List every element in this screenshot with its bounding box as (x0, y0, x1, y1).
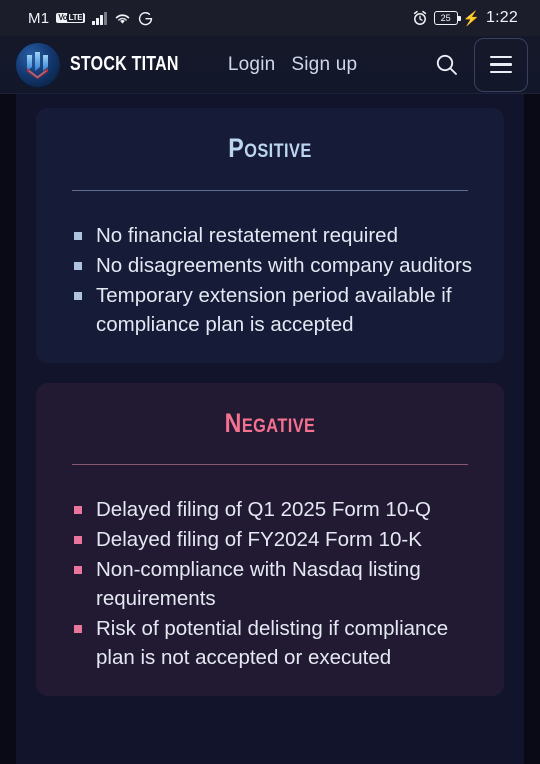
stock-titan-logo-icon (16, 42, 60, 87)
google-g-icon (138, 11, 153, 26)
brand-name-label: STOCK TITAN (70, 53, 179, 75)
list-item: Temporary extension period available if … (72, 281, 474, 339)
list-item: No financial restatement required (72, 221, 474, 250)
header-actions (430, 37, 528, 92)
hamburger-menu-icon[interactable] (474, 37, 528, 92)
page-body: Positive No financial restatement requir… (0, 94, 540, 764)
alarm-clock-icon (412, 10, 428, 26)
site-header: STOCK TITAN Login Sign up (0, 36, 540, 94)
brand-home-link[interactable]: STOCK TITAN (16, 42, 206, 87)
negative-card-divider (72, 464, 468, 466)
lightning-bolt-icon: ⚡ (462, 9, 481, 26)
negative-card-title: Negative (224, 407, 316, 438)
search-icon[interactable] (430, 48, 464, 82)
battery-level-label: 25 (440, 12, 451, 23)
scroll-area[interactable]: Positive No financial restatement requir… (16, 94, 524, 697)
primary-nav: Login Sign up (228, 54, 357, 76)
list-item: Delayed filing of FY2024 Form 10-K (72, 525, 474, 554)
clock-label: 1:22 (486, 9, 518, 26)
app-screen: M1 VoLTE 25 ⚡ 1:22 STOCK TITAN Login Sig… (0, 0, 540, 764)
negative-points-list: Delayed filing of Q1 2025 Form 10-Q Dela… (36, 495, 504, 672)
battery-indicator: 25 (433, 11, 461, 25)
positive-points-list: No financial restatement required No dis… (36, 221, 504, 339)
status-bar-left: M1 VoLTE (28, 10, 153, 27)
positive-card-divider (72, 189, 468, 191)
list-item: Risk of potential delisting if complianc… (72, 614, 474, 672)
list-item: Non-compliance with Nasdaq listing requi… (72, 555, 474, 613)
list-item: Delayed filing of Q1 2025 Form 10-Q (72, 495, 474, 524)
volte-badge: VoLTE (56, 13, 86, 23)
content-container: Positive No financial restatement requir… (16, 94, 524, 764)
wifi-icon (114, 12, 131, 25)
positive-card-title: Positive (228, 133, 312, 163)
list-item: No disagreements with company auditors (72, 251, 474, 280)
positive-card: Positive No financial restatement requir… (36, 108, 504, 363)
signal-bars-icon (92, 11, 107, 25)
login-link[interactable]: Login (228, 54, 276, 76)
carrier-label: M1 (28, 9, 50, 27)
negative-card: Negative Delayed filing of Q1 2025 Form … (36, 382, 504, 697)
status-bar-right: 25 ⚡ 1:22 (412, 9, 518, 27)
status-bar: M1 VoLTE 25 ⚡ 1:22 (0, 0, 540, 36)
signup-link[interactable]: Sign up (291, 54, 357, 76)
